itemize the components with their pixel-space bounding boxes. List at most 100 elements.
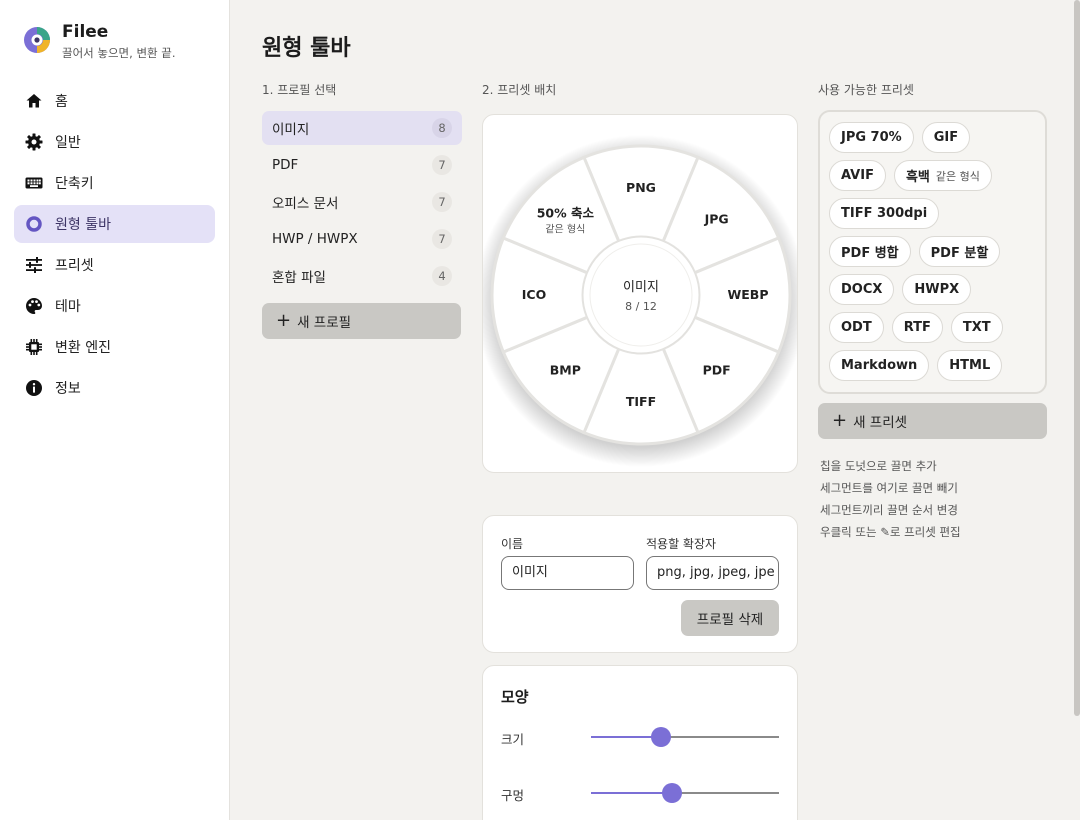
preset-chip-label: TXT bbox=[962, 320, 991, 335]
shape-card: 모양 크기 구멍 bbox=[482, 665, 798, 820]
preset-chip-label: PDF 병합 bbox=[841, 246, 899, 261]
profile-name: PDF bbox=[272, 157, 299, 173]
sidebar-item-engine[interactable]: 변환 엔진 bbox=[14, 328, 215, 366]
profiles-section-label: 1. 프로필 선택 bbox=[262, 83, 337, 97]
preset-chip-label: RTF bbox=[903, 320, 931, 335]
filee-logo-icon bbox=[24, 27, 50, 53]
wheel-segment-label: WEBP bbox=[727, 287, 768, 302]
sidebar-item-theme[interactable]: 테마 bbox=[14, 287, 215, 325]
preset-chip[interactable]: HTML bbox=[937, 350, 1003, 381]
wheel-section-label: 2. 프리셋 배치 bbox=[482, 83, 557, 97]
new-profile-button[interactable]: + 새 프로필 bbox=[262, 303, 461, 339]
sidebar-item-label: 단축키 bbox=[55, 176, 94, 192]
wheel-segment-label: PNG bbox=[626, 180, 656, 195]
wheel-segment-label: JPG bbox=[704, 211, 729, 226]
presets-section-label: 사용 가능한 프리셋 bbox=[818, 83, 914, 97]
sidebar-item-home[interactable]: 홈 bbox=[14, 82, 215, 120]
brand: Filee 끌어서 놓으면, 변환 끝. bbox=[22, 22, 176, 61]
preset-chip[interactable]: PDF 분할 bbox=[918, 236, 1001, 267]
preset-chip-label: TIFF 300dpi bbox=[841, 206, 928, 221]
app-tagline: 끌어서 놓으면, 변환 끝. bbox=[62, 46, 176, 60]
help-text: 칩을 도넛으로 끌면 추가 세그먼트를 여기로 끌면 빼기 세그먼트끼리 끌면 … bbox=[820, 455, 961, 543]
new-preset-button[interactable]: + 새 프리셋 bbox=[818, 403, 1047, 439]
preset-chip-label: DOCX bbox=[841, 282, 883, 297]
wheel-segment-label: ICO bbox=[522, 287, 546, 302]
preset-chip[interactable]: RTF bbox=[891, 312, 943, 343]
slider-thumb[interactable] bbox=[650, 727, 671, 747]
sidebar-item-label: 변환 엔진 bbox=[55, 340, 111, 356]
home-icon bbox=[25, 92, 43, 110]
profile-list: 이미지 8 PDF 7 오피스 문서 7 HWP / HWPX 7 혼합 파일 … bbox=[262, 111, 462, 296]
new-preset-label: 새 프리셋 bbox=[853, 415, 908, 431]
preset-chip[interactable]: 흑백 같은 형식 bbox=[893, 160, 992, 191]
profile-name: 이미지 bbox=[272, 122, 310, 138]
preset-chip[interactable]: ODT bbox=[829, 312, 884, 343]
slider-thumb[interactable] bbox=[661, 783, 682, 803]
profile-count-badge: 7 bbox=[432, 192, 452, 212]
profile-item-hwp[interactable]: HWP / HWPX 7 bbox=[262, 222, 462, 256]
preset-chip[interactable]: TXT bbox=[950, 312, 1003, 343]
preset-chip[interactable]: PDF 병합 bbox=[829, 236, 911, 267]
sidebar-item-label: 일반 bbox=[55, 135, 81, 151]
radial-wheel[interactable]: PNG JPG WEBP PDF TIFF BMP ICO 50% 축소같은 형식 이미지 8… bbox=[483, 115, 798, 473]
profile-item-mixed[interactable]: 혼합 파일 4 bbox=[262, 259, 462, 293]
profile-count-badge: 7 bbox=[432, 155, 452, 175]
app-name: Filee bbox=[62, 22, 109, 42]
plus-icon: + bbox=[276, 310, 292, 331]
preset-chip-list: JPG 70% GIF AVIF 흑백 같은 형식 TIFF 300dpi PDF 병합 PD… bbox=[818, 110, 1047, 394]
preset-chip-label: GIF bbox=[933, 130, 959, 145]
wheel-segment-label: 50% 축소 bbox=[537, 205, 595, 220]
wheel-center-count: 8 / 12 bbox=[625, 300, 657, 313]
keyboard-icon bbox=[25, 174, 43, 192]
profile-item-image[interactable]: 이미지 8 bbox=[262, 111, 462, 145]
preset-chip[interactable]: GIF bbox=[921, 122, 971, 153]
profile-name: 오피스 문서 bbox=[272, 196, 339, 212]
radial-icon bbox=[25, 215, 43, 233]
preset-chip[interactable]: AVIF bbox=[829, 160, 886, 191]
sidebar-item-radial-toolbar[interactable]: 원형 툴바 bbox=[14, 205, 215, 243]
help-line: 우클릭 또는 ✎로 프리셋 편집 bbox=[820, 525, 961, 539]
preset-chip[interactable]: Markdown bbox=[829, 350, 930, 381]
extensions-input[interactable]: png, jpg, jpeg, jpe bbox=[646, 556, 779, 590]
delete-profile-button[interactable]: 프로필 삭제 bbox=[681, 600, 779, 636]
size-slider-label: 크기 bbox=[501, 732, 525, 747]
name-field-label: 이름 bbox=[501, 537, 524, 551]
gear-icon bbox=[25, 133, 43, 151]
profile-item-pdf[interactable]: PDF 7 bbox=[262, 148, 462, 182]
new-profile-label: 새 프로필 bbox=[297, 315, 352, 331]
sidebar: Filee 끌어서 놓으면, 변환 끝. 홈 일반 단축키 원형 툴바 프리셋 … bbox=[0, 0, 230, 820]
hole-slider[interactable] bbox=[591, 783, 779, 803]
plus-icon: + bbox=[832, 410, 848, 431]
preset-chip-label: Markdown bbox=[841, 358, 918, 373]
extensions-field-label: 적용할 확장자 bbox=[646, 537, 717, 551]
sliders-icon bbox=[25, 256, 43, 274]
preset-chip[interactable]: TIFF 300dpi bbox=[829, 198, 940, 229]
preset-chip[interactable]: HWPX bbox=[902, 274, 972, 305]
sidebar-item-about[interactable]: 정보 bbox=[14, 369, 215, 407]
profile-name-input[interactable]: 이미지 bbox=[501, 556, 634, 590]
sidebar-item-shortcuts[interactable]: 단축키 bbox=[14, 164, 215, 202]
palette-icon bbox=[25, 297, 43, 315]
preset-chip-label: HWPX bbox=[914, 282, 960, 297]
size-slider[interactable] bbox=[591, 727, 779, 747]
wheel-center-title: 이미지 bbox=[623, 280, 659, 295]
preset-chip[interactable]: JPG 70% bbox=[829, 122, 914, 153]
page-scrollbar[interactable] bbox=[1074, 0, 1080, 716]
info-icon bbox=[25, 379, 43, 397]
sidebar-item-label: 테마 bbox=[55, 299, 81, 315]
preset-chip-label: AVIF bbox=[841, 168, 874, 183]
profile-name: 혼합 파일 bbox=[272, 270, 326, 286]
sidebar-item-general[interactable]: 일반 bbox=[14, 123, 215, 161]
wheel-segment-sublabel: 같은 형식 bbox=[545, 223, 585, 235]
sidebar-item-presets[interactable]: 프리셋 bbox=[14, 246, 215, 284]
chip-icon bbox=[25, 338, 43, 356]
preset-chip[interactable]: DOCX bbox=[829, 274, 895, 305]
preset-chip-label: ODT bbox=[841, 320, 872, 335]
sidebar-nav: 홈 일반 단축키 원형 툴바 프리셋 테마 변환 엔진 정보 bbox=[14, 82, 215, 410]
hole-slider-label: 구멍 bbox=[501, 788, 525, 803]
sidebar-item-label: 홈 bbox=[55, 94, 68, 110]
wheel-center[interactable] bbox=[582, 236, 700, 354]
profile-name: HWP / HWPX bbox=[272, 231, 358, 247]
preset-chip-label: HTML bbox=[949, 358, 991, 373]
profile-item-office[interactable]: 오피스 문서 7 bbox=[262, 185, 462, 219]
